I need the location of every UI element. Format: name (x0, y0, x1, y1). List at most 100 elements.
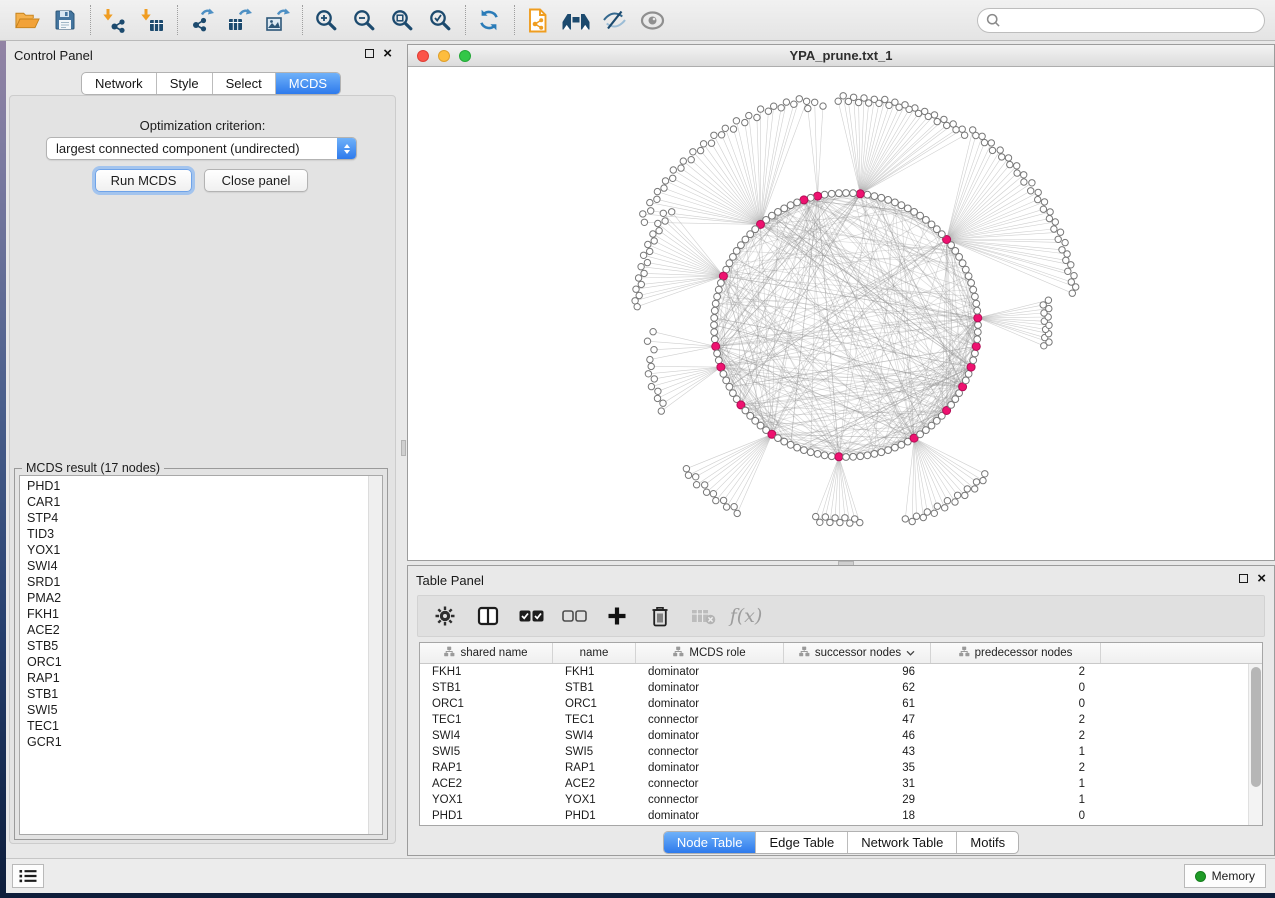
network-node[interactable] (972, 350, 979, 357)
network-node[interactable] (1021, 172, 1027, 178)
network-node[interactable] (803, 98, 809, 104)
network-node[interactable] (730, 126, 736, 132)
network-node[interactable] (648, 208, 654, 214)
table-cell[interactable]: YOX1 (420, 792, 553, 808)
import-network-icon[interactable] (99, 5, 129, 35)
function-builder-icon[interactable]: f(x) (733, 603, 759, 629)
mcds-result-item[interactable]: FKH1 (20, 606, 367, 622)
table-cell[interactable]: 0 (931, 696, 1101, 712)
task-history-button[interactable] (12, 864, 44, 888)
network-node[interactable] (941, 116, 947, 122)
mcds-result-item[interactable]: RAP1 (20, 670, 367, 686)
network-node[interactable] (975, 322, 982, 329)
deselect-all-icon[interactable] (561, 603, 587, 629)
hide-glasses-icon[interactable] (599, 5, 629, 35)
network-node[interactable] (871, 193, 878, 200)
table-cell[interactable] (1101, 760, 1248, 776)
table-cell[interactable] (1101, 808, 1248, 824)
network-node[interactable] (954, 492, 960, 498)
network-node[interactable] (711, 329, 718, 336)
table-cell[interactable]: TEC1 (553, 712, 636, 728)
network-node[interactable] (794, 444, 801, 451)
network-node[interactable] (1057, 229, 1063, 235)
network-node[interactable] (944, 498, 950, 504)
tab-mcds[interactable]: MCDS (276, 73, 340, 94)
network-node[interactable] (974, 329, 981, 336)
network-node[interactable] (871, 451, 878, 458)
network-node[interactable] (711, 336, 718, 343)
network-node[interactable] (821, 452, 828, 459)
table-cell[interactable]: dominator (636, 760, 784, 776)
network-node[interactable] (962, 492, 968, 498)
network-node[interactable] (807, 449, 814, 456)
table-row[interactable]: FKH1FKH1dominator962 (420, 664, 1248, 680)
table-row[interactable]: SWI4SWI4dominator462 (420, 728, 1248, 744)
network-node[interactable] (855, 99, 861, 105)
network-node[interactable] (931, 112, 937, 118)
table-cell[interactable]: 1 (931, 776, 1101, 792)
network-node[interactable] (775, 435, 782, 442)
zoom-selected-icon[interactable] (425, 5, 455, 35)
network-node[interactable] (650, 231, 656, 237)
network-canvas[interactable] (408, 67, 1274, 560)
table-row[interactable]: RAP1RAP1dominator352 (420, 760, 1248, 776)
gear-icon[interactable] (432, 603, 458, 629)
network-node[interactable] (840, 93, 846, 99)
table-tab-network-table[interactable]: Network Table (848, 832, 957, 853)
float-panel-icon[interactable] (365, 49, 374, 58)
network-node[interactable] (634, 304, 640, 310)
network-node[interactable] (1068, 279, 1074, 285)
network-node[interactable] (970, 357, 977, 364)
table-cell[interactable] (1101, 696, 1248, 712)
table-cell[interactable]: dominator (636, 728, 784, 744)
table-row[interactable]: SWI5SWI5connector431 (420, 744, 1248, 760)
table-cell[interactable]: 96 (784, 664, 931, 680)
close-table-panel-icon[interactable]: × (1257, 573, 1266, 584)
network-node[interactable] (662, 218, 668, 224)
close-panel-icon[interactable]: × (383, 48, 392, 59)
network-node[interactable] (885, 197, 892, 204)
network-node[interactable] (660, 210, 666, 216)
mcds-result-item[interactable]: TID3 (20, 526, 367, 542)
eye-icon[interactable] (637, 5, 667, 35)
network-node[interactable] (1041, 199, 1047, 205)
network-node[interactable] (999, 154, 1005, 160)
network-node[interactable] (857, 453, 864, 460)
tab-network[interactable]: Network (82, 73, 157, 94)
network-node-dominator[interactable] (835, 453, 843, 461)
network-node[interactable] (641, 219, 647, 225)
network-node[interactable] (944, 122, 950, 128)
network-node[interactable] (651, 347, 657, 353)
table-cell[interactable]: 2 (931, 760, 1101, 776)
refresh-icon[interactable] (474, 5, 504, 35)
mcds-result-item[interactable]: CAR1 (20, 494, 367, 510)
network-node[interactable] (911, 209, 918, 216)
network-node[interactable] (726, 383, 733, 390)
table-cell[interactable]: PHD1 (553, 808, 636, 824)
network-node[interactable] (864, 191, 871, 198)
network-node[interactable] (1021, 179, 1027, 185)
network-node[interactable] (635, 275, 641, 281)
network-node[interactable] (683, 466, 689, 472)
network-node[interactable] (711, 322, 718, 329)
network-node[interactable] (1055, 236, 1061, 242)
network-node[interactable] (801, 447, 808, 454)
network-node[interactable] (820, 103, 826, 109)
network-node[interactable] (1063, 257, 1069, 263)
table-cell[interactable]: STB1 (420, 680, 553, 696)
table-row[interactable]: YOX1YOX1connector291 (420, 792, 1248, 808)
table-cell[interactable]: ACE2 (553, 776, 636, 792)
table-cell[interactable]: 0 (931, 808, 1101, 824)
network-node[interactable] (754, 114, 760, 120)
mcds-result-item[interactable]: SRD1 (20, 574, 367, 590)
network-node[interactable] (805, 105, 811, 111)
network-node[interactable] (685, 472, 691, 478)
tab-select[interactable]: Select (213, 73, 276, 94)
table-cell[interactable]: ORC1 (553, 696, 636, 712)
mcds-result-item[interactable]: SWI5 (20, 702, 367, 718)
network-node[interactable] (962, 266, 969, 273)
close-panel-button[interactable]: Close panel (204, 169, 308, 192)
delete-icon[interactable] (647, 603, 673, 629)
import-table-icon[interactable] (137, 5, 167, 35)
network-node[interactable] (892, 99, 898, 105)
